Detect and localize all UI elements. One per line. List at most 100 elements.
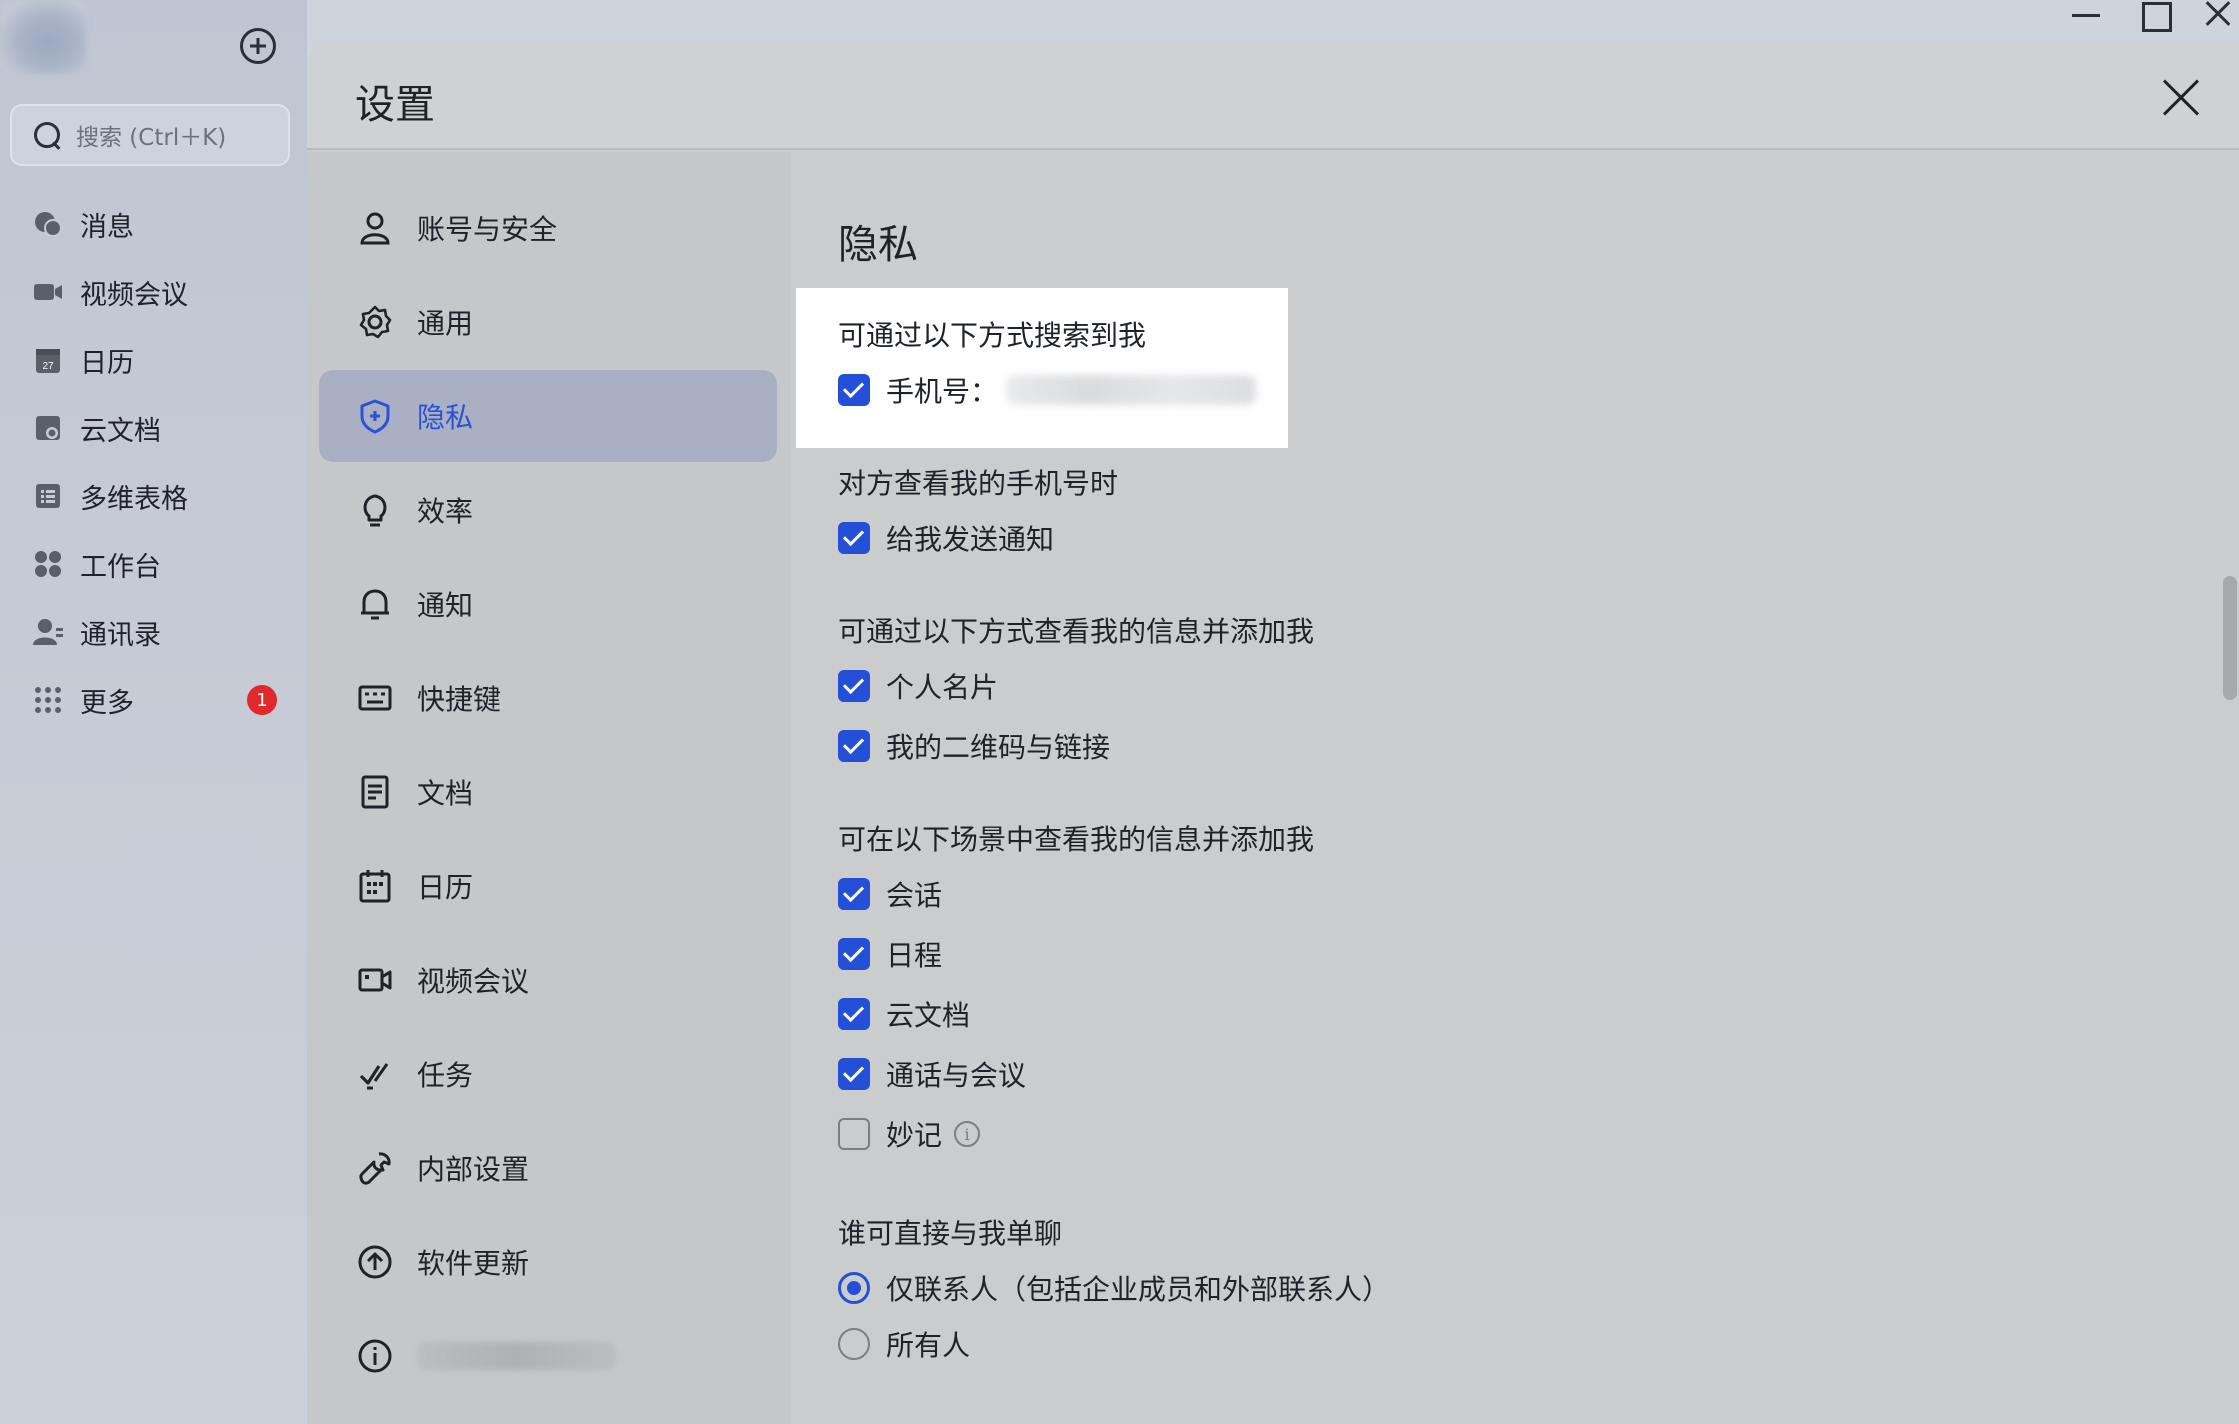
nav-label: 云文档 [80, 415, 161, 447]
settings-nav-docs[interactable]: 文档 [319, 746, 777, 838]
settings-nav-account[interactable]: 账号与安全 [319, 182, 777, 274]
contacts-only-radio[interactable] [838, 1272, 870, 1304]
option-label: 妙记 [886, 1119, 943, 1152]
settings-nav-notification[interactable]: 通知 [319, 558, 777, 650]
nav-label: 多维表格 [80, 483, 188, 515]
video-icon [32, 276, 64, 308]
wrench-icon [357, 1150, 393, 1186]
settings-nav-label: 隐私 [417, 401, 474, 434]
nav-label: 更多 [80, 687, 134, 719]
nav-label: 视频会议 [80, 279, 188, 311]
option-everyone[interactable]: 所有人 [838, 1324, 970, 1364]
search-input[interactable]: 搜索 (Ctrl＋K) [10, 104, 290, 166]
settings-nav-shortcuts[interactable]: 快捷键 [319, 652, 777, 744]
option-label: 通话与会议 [886, 1059, 1027, 1092]
chat-checkbox[interactable] [838, 878, 870, 910]
option-label: 云文档 [886, 999, 971, 1032]
settings-nav-label: 通用 [417, 307, 474, 340]
phone-checkbox[interactable] [838, 374, 870, 406]
chat-icon [32, 208, 64, 240]
phone-number-blurred [1006, 375, 1257, 405]
option-phone[interactable]: 手机号： [838, 370, 1257, 410]
version-text-blurred [417, 1342, 617, 1370]
add-icon[interactable] [240, 28, 276, 64]
app-nav: 消息 视频会议 27 日历 云文档 多维表格 工作台 通讯录 更多 1 [0, 190, 307, 734]
modal-title: 设置 [355, 82, 435, 128]
minutes-checkbox[interactable] [838, 1118, 870, 1150]
nav-label: 工作台 [80, 551, 161, 583]
settings-nav-label: 视频会议 [417, 965, 530, 998]
contacts-icon [32, 616, 64, 648]
settings-nav-video[interactable]: 视频会议 [319, 934, 777, 1026]
settings-nav-label: 任务 [417, 1059, 474, 1092]
highlight-box [796, 288, 1288, 448]
window-close-icon[interactable] [2200, 0, 2239, 34]
cloud-doc-checkbox[interactable] [838, 998, 870, 1030]
settings-nav-label: 快捷键 [417, 683, 502, 716]
settings-nav-about[interactable] [319, 1310, 777, 1402]
settings-nav-label: 账号与安全 [417, 213, 558, 246]
maximize-icon[interactable] [2136, 0, 2176, 34]
option-qrcode[interactable]: 我的二维码与链接 [838, 726, 1110, 766]
option-schedule[interactable]: 日程 [838, 934, 942, 974]
scrollbar[interactable] [2223, 576, 2237, 700]
search-placeholder: 搜索 (Ctrl＋K) [76, 125, 227, 151]
calendar-icon: 27 [32, 344, 64, 376]
svg-text:27: 27 [42, 361, 54, 372]
option-minutes[interactable]: 妙记 i [838, 1114, 981, 1154]
avatar[interactable] [2, 2, 86, 74]
option-contacts-only[interactable]: 仅联系人（包括企业成员和外部联系人） [838, 1268, 1390, 1308]
app-sidebar: 搜索 (Ctrl＋K) 消息 视频会议 27 日历 云文档 多维表格 工作台 通… [0, 0, 307, 1424]
table-icon [32, 480, 64, 512]
nav-item-cloud-doc[interactable]: 云文档 [0, 394, 307, 462]
more-icon [32, 684, 64, 716]
nav-item-calendar[interactable]: 27 日历 [0, 326, 307, 394]
nav-item-video[interactable]: 视频会议 [0, 258, 307, 326]
option-card[interactable]: 个人名片 [838, 666, 998, 706]
option-call-meeting[interactable]: 通话与会议 [838, 1054, 1026, 1094]
settings-nav-tasks[interactable]: 任务 [319, 1028, 777, 1120]
group-label-scenes: 可在以下场景中查看我的信息并添加我 [838, 823, 1315, 856]
settings-nav-internal[interactable]: 内部设置 [319, 1122, 777, 1214]
nav-item-workspace[interactable]: 工作台 [0, 530, 307, 598]
settings-modal: 设置 账号与安全 通用 隐私 效率 通知 快捷键 文档 日历 视频会议 任务 内… [307, 44, 2239, 1424]
info-icon[interactable]: i [954, 1121, 981, 1147]
nav-item-messages[interactable]: 消息 [0, 190, 307, 258]
phone-label: 手机号： [886, 375, 999, 408]
option-label: 会话 [886, 879, 943, 912]
keyboard-icon [357, 680, 393, 716]
nav-item-more[interactable]: 更多 1 [0, 666, 307, 734]
nav-label: 通讯录 [80, 619, 161, 651]
option-chat[interactable]: 会话 [838, 874, 942, 914]
nav-item-bitable[interactable]: 多维表格 [0, 462, 307, 530]
modal-header: 设置 [307, 44, 2239, 150]
notification-badge: 1 [247, 685, 277, 715]
section-title: 隐私 [838, 222, 918, 268]
document-icon [357, 774, 393, 810]
option-notify[interactable]: 给我发送通知 [838, 518, 1054, 558]
notify-checkbox[interactable] [838, 522, 870, 554]
call-meeting-checkbox[interactable] [838, 1058, 870, 1090]
settings-nav-efficiency[interactable]: 效率 [319, 464, 777, 556]
card-checkbox[interactable] [838, 670, 870, 702]
minimize-icon[interactable] [2068, 0, 2108, 34]
schedule-checkbox[interactable] [838, 938, 870, 970]
group-label-direct-chat: 谁可直接与我单聊 [838, 1217, 1063, 1250]
qrcode-checkbox[interactable] [838, 730, 870, 762]
settings-nav-update[interactable]: 软件更新 [319, 1216, 777, 1308]
nav-label: 消息 [80, 211, 134, 243]
cloud-doc-icon [32, 412, 64, 444]
settings-nav-label: 日历 [417, 871, 474, 904]
nav-item-contacts[interactable]: 通讯录 [0, 598, 307, 666]
everyone-radio[interactable] [838, 1328, 870, 1360]
option-cloud-doc[interactable]: 云文档 [838, 994, 970, 1034]
settings-nav: 账号与安全 通用 隐私 效率 通知 快捷键 文档 日历 视频会议 任务 内部设置… [307, 152, 790, 1424]
search-icon [32, 120, 62, 150]
close-icon[interactable] [2161, 78, 2201, 118]
notify-label: 给我发送通知 [886, 523, 1055, 556]
nav-label: 日历 [80, 347, 134, 379]
settings-nav-privacy[interactable]: 隐私 [319, 370, 777, 462]
settings-nav-general[interactable]: 通用 [319, 276, 777, 368]
settings-nav-calendar[interactable]: 日历 [319, 840, 777, 932]
workspace-icon [32, 548, 64, 580]
